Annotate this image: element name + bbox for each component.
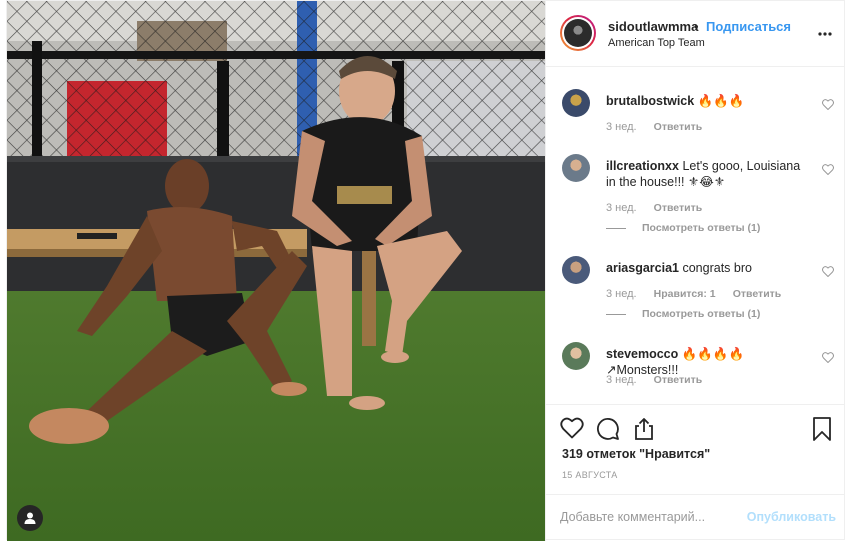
- heart-icon[interactable]: [822, 164, 834, 178]
- user-tag-icon[interactable]: [17, 505, 43, 531]
- reply-button[interactable]: Ответить: [654, 202, 703, 214]
- comment-meta: 3 нед. Ответить: [606, 121, 716, 133]
- author-avatar[interactable]: [560, 15, 596, 51]
- author-username[interactable]: sidoutlawmma: [608, 19, 698, 34]
- commenter-username[interactable]: ariasgarcia1: [606, 261, 679, 275]
- comment-text: ariasgarcia1 congrats bro: [606, 260, 806, 276]
- commenter-avatar[interactable]: [562, 89, 590, 117]
- location-link[interactable]: American Top Team: [608, 37, 705, 49]
- view-replies-label[interactable]: Посмотреть ответы (1): [642, 308, 760, 320]
- comment-body: 🔥🔥🔥: [697, 94, 745, 108]
- comment-meta: 3 нед. Ответить: [606, 374, 716, 386]
- commenter-username[interactable]: brutalbostwick: [606, 94, 694, 108]
- commenter-username[interactable]: stevemocco: [606, 347, 678, 361]
- heart-icon[interactable]: [822, 266, 834, 280]
- add-comment-bar: Опубликовать: [546, 494, 845, 541]
- comment-time[interactable]: 3 нед.: [606, 288, 637, 300]
- post-side-panel: sidoutlawmma • Подписаться American Top …: [545, 1, 845, 541]
- commenter-avatar[interactable]: [562, 256, 590, 284]
- more-dots-icon[interactable]: [818, 25, 832, 39]
- commenter-username[interactable]: illcreationxx: [606, 159, 679, 173]
- comments-list[interactable]: brutalbostwick 🔥🔥🔥 3 нед. Ответить illcr…: [546, 68, 845, 404]
- publish-button[interactable]: Опубликовать: [747, 510, 836, 524]
- replies-divider: [606, 313, 626, 315]
- photo-illustration: [7, 1, 545, 541]
- replies-divider: [606, 227, 626, 229]
- comment-icon[interactable]: [596, 417, 620, 444]
- post-date[interactable]: 15 АВГУСТА: [562, 470, 618, 480]
- comment-item: stevemocco 🔥🔥🔥🔥↗Monsters!!! 3 нед. Ответ…: [562, 342, 834, 402]
- comment-time[interactable]: 3 нед.: [606, 121, 637, 133]
- reply-button[interactable]: Ответить: [654, 121, 703, 133]
- view-replies-button[interactable]: Посмотреть ответы (1): [606, 308, 760, 320]
- bookmark-icon[interactable]: [812, 417, 832, 444]
- comment-time[interactable]: 3 нед.: [606, 374, 637, 386]
- view-replies-label[interactable]: Посмотреть ответы (1): [642, 222, 760, 234]
- comment-time[interactable]: 3 нед.: [606, 202, 637, 214]
- commenter-avatar[interactable]: [562, 342, 590, 370]
- reply-button[interactable]: Ответить: [654, 374, 703, 386]
- comment-item: illcreationxx Let's gooo, Louisiana in t…: [562, 154, 834, 234]
- share-icon[interactable]: [632, 417, 656, 444]
- comment-input[interactable]: [560, 505, 740, 529]
- heart-icon[interactable]: [822, 352, 834, 366]
- follow-button[interactable]: Подписаться: [706, 19, 791, 34]
- comment-text: illcreationxx Let's gooo, Louisiana in t…: [606, 158, 806, 190]
- post-photo[interactable]: [7, 1, 545, 541]
- heart-icon[interactable]: [560, 417, 584, 442]
- comment-likes[interactable]: Нравится: 1: [654, 288, 716, 300]
- comment-item: brutalbostwick 🔥🔥🔥 3 нед. Ответить: [562, 89, 834, 149]
- comment-meta: 3 нед. Нравится: 1 Ответить: [606, 288, 795, 300]
- instagram-post: sidoutlawmma • Подписаться American Top …: [6, 0, 845, 541]
- view-replies-button[interactable]: Посмотреть ответы (1): [606, 222, 760, 234]
- comment-item: ariasgarcia1 congrats bro 3 нед. Нравитс…: [562, 256, 834, 322]
- heart-icon[interactable]: [822, 99, 834, 113]
- post-header: sidoutlawmma • Подписаться American Top …: [546, 1, 845, 67]
- header-separator: •: [694, 19, 699, 34]
- comment-body: congrats bro: [682, 261, 752, 275]
- commenter-avatar[interactable]: [562, 154, 590, 182]
- comment-meta: 3 нед. Ответить: [606, 202, 716, 214]
- comment-text: brutalbostwick 🔥🔥🔥: [606, 93, 806, 109]
- reply-button[interactable]: Ответить: [733, 288, 782, 300]
- likes-count[interactable]: 319 отметок "Нравится": [562, 447, 710, 461]
- post-actions: 319 отметок "Нравится" 15 АВГУСТА: [546, 404, 845, 494]
